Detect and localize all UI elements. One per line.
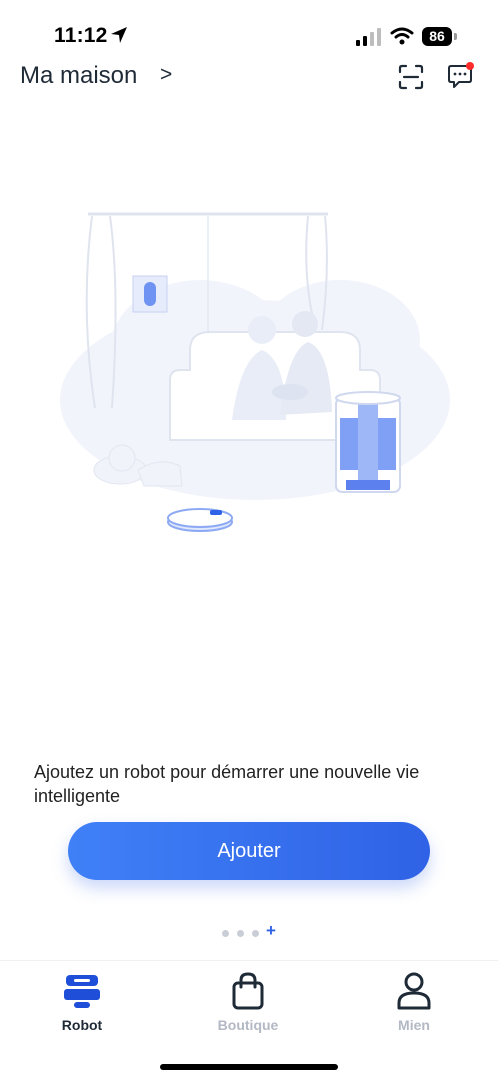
page-dot xyxy=(237,930,244,937)
tab-boutique-label: Boutique xyxy=(217,1017,279,1033)
page-dot xyxy=(252,930,259,937)
shopping-bag-icon xyxy=(232,972,264,1010)
scan-icon[interactable] xyxy=(398,64,424,90)
wifi-icon xyxy=(390,27,414,45)
page-indicator: + xyxy=(220,921,290,940)
battery-cap xyxy=(454,33,457,40)
chevron-right-icon[interactable]: > xyxy=(160,63,172,87)
battery-icon: 86 xyxy=(422,27,452,46)
page-dot xyxy=(222,930,229,937)
living-room-illustration xyxy=(60,212,450,532)
add-robot-button[interactable]: Ajouter xyxy=(68,822,430,880)
chat-icon[interactable] xyxy=(446,62,474,90)
page-dot-plus: + xyxy=(266,921,276,940)
status-time: 11:12 xyxy=(54,24,108,47)
location-arrow-icon xyxy=(111,27,127,43)
tab-robot[interactable]: Robot xyxy=(22,971,142,1033)
person-icon xyxy=(397,972,431,1010)
tab-bar: Robot Boutique Mien xyxy=(0,960,498,1081)
tab-boutique[interactable]: Boutique xyxy=(188,971,308,1033)
tab-mien-label: Mien xyxy=(398,1017,430,1033)
robot-icon xyxy=(64,975,100,1008)
tab-robot-label: Robot xyxy=(61,1017,103,1033)
status-bar: 11:12 86 xyxy=(0,0,498,70)
home-indicator[interactable] xyxy=(160,1064,338,1070)
home-title[interactable]: Ma maison xyxy=(20,62,137,90)
tab-mien[interactable]: Mien xyxy=(354,971,474,1033)
cellular-signal-icon xyxy=(356,28,381,46)
notification-dot xyxy=(466,62,474,70)
promo-text: Ajoutez un robot pour démarrer une nouve… xyxy=(34,762,420,806)
